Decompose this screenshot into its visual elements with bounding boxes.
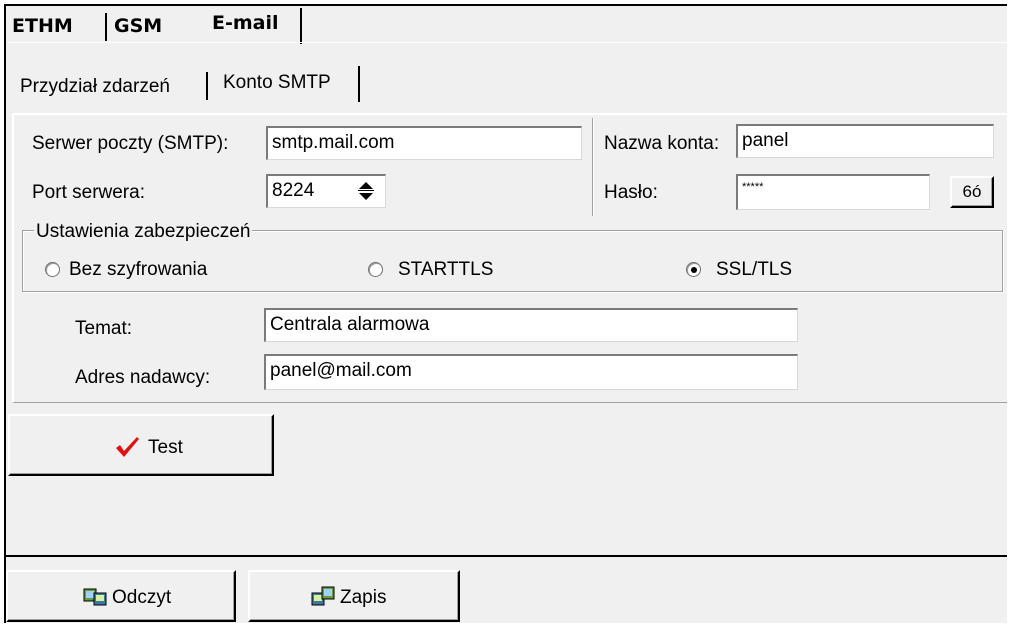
show-password-button[interactable]: 6ó	[950, 176, 994, 208]
subject-label: Temat:	[75, 318, 133, 339]
read-button-label: Odczyt	[112, 587, 172, 608]
account-name-input[interactable]: panel	[736, 124, 994, 158]
tab-divider	[206, 72, 208, 100]
account-name-label: Nazwa konta:	[604, 133, 720, 154]
tab-gsm[interactable]: GSM	[114, 11, 162, 41]
device-write-icon	[311, 586, 335, 606]
subject-input[interactable]: Centrala alarmowa	[264, 308, 798, 342]
spinner-arrows-icon	[358, 182, 374, 200]
sender-address-label: Adres nadawcy:	[75, 367, 211, 388]
radio-label: SSL/TLS	[716, 259, 793, 280]
radio-ssl-tls[interactable]: SSL/TLS	[686, 258, 836, 282]
test-button[interactable]: Test	[8, 414, 274, 476]
tab-ethm[interactable]: ETHM	[12, 11, 73, 41]
smtp-server-input[interactable]: smtp.mail.com	[266, 126, 582, 160]
password-label: Hasło:	[604, 182, 658, 203]
tab-smtp-account[interactable]: Konto SMTP	[223, 68, 331, 98]
tab-divider	[358, 66, 360, 102]
tabstrip-line	[8, 42, 1007, 43]
write-button[interactable]: Zapis	[248, 570, 460, 622]
server-port-label: Port serwera:	[32, 182, 145, 203]
radio-no-encryption[interactable]: Bez szyfrowania	[45, 258, 285, 282]
radio-button-icon	[45, 262, 60, 277]
radio-button-selected-icon	[686, 262, 701, 277]
read-button[interactable]: Odczyt	[6, 570, 236, 622]
sender-address-input[interactable]: panel@mail.com	[264, 354, 798, 390]
radio-label: STARTTLS	[398, 259, 494, 280]
device-read-icon	[83, 588, 107, 606]
tab-email[interactable]: E-mail	[212, 8, 279, 38]
smtp-server-label: Serwer poczty (SMTP):	[32, 133, 229, 154]
port-spinner[interactable]	[356, 180, 376, 202]
test-button-label: Test	[148, 437, 183, 458]
bottom-separator	[6, 555, 1007, 557]
show-password-label: 6ó	[962, 182, 982, 201]
radio-label: Bez szyfrowania	[69, 259, 208, 280]
security-group-title: Ustawienia zabezpieczeń	[34, 220, 253, 244]
radio-button-icon	[368, 262, 383, 277]
server-port-value: 8224	[272, 180, 315, 201]
tab-divider	[105, 13, 107, 41]
write-button-label: Zapis	[340, 587, 387, 608]
tab-divider	[300, 8, 302, 44]
password-input[interactable]: *****	[736, 174, 930, 210]
column-divider	[592, 118, 594, 216]
tab-event-assignment[interactable]: Przydział zdarzeń	[20, 72, 170, 102]
checkmark-icon	[116, 437, 139, 457]
radio-starttls[interactable]: STARTTLS	[368, 258, 548, 282]
